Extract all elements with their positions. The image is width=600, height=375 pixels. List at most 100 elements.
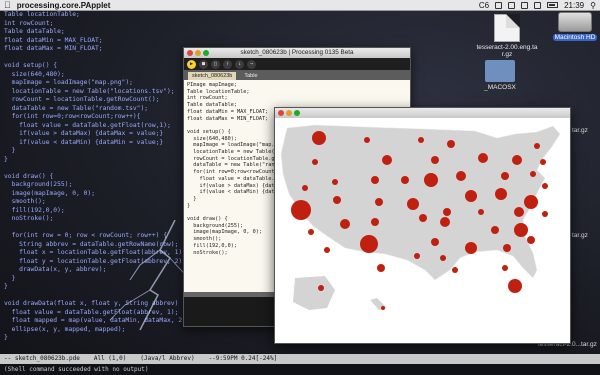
data-dot bbox=[540, 159, 546, 165]
data-dot bbox=[440, 217, 450, 227]
data-dot bbox=[308, 229, 314, 235]
data-dot bbox=[418, 137, 424, 143]
data-dot bbox=[381, 306, 385, 310]
folder-icon bbox=[485, 60, 515, 82]
minimize-button[interactable] bbox=[286, 110, 292, 116]
close-button[interactable] bbox=[187, 50, 193, 56]
data-dot bbox=[419, 214, 427, 222]
apple-menu-icon[interactable]:  bbox=[4, 0, 11, 10]
data-dot bbox=[371, 218, 379, 226]
mode-line-position: All (1,0) bbox=[93, 355, 127, 362]
data-dot bbox=[542, 183, 548, 189]
data-dot bbox=[443, 208, 451, 216]
data-dot bbox=[332, 179, 338, 185]
code-line: int rowCount; bbox=[187, 95, 228, 102]
data-dot bbox=[452, 267, 458, 273]
data-dot bbox=[414, 253, 420, 259]
mode-line-time: --9:59PM 0.24[-24%] bbox=[208, 355, 278, 362]
wifi-icon[interactable] bbox=[521, 1, 529, 9]
data-dot bbox=[502, 265, 508, 271]
sketch-tabs: sketch_080623b Table bbox=[184, 70, 410, 80]
save-button[interactable]: ↓ bbox=[235, 59, 244, 69]
data-dot bbox=[324, 247, 330, 253]
data-dot bbox=[364, 137, 370, 143]
data-dot bbox=[512, 155, 522, 165]
desktop-file-label[interactable]: tar.gz bbox=[572, 127, 588, 134]
data-dot bbox=[377, 264, 385, 272]
data-dot bbox=[491, 226, 499, 234]
spotlight-icon[interactable]: ⚲ bbox=[590, 1, 596, 10]
stop-button[interactable]: ■ bbox=[199, 59, 208, 69]
data-dot bbox=[302, 185, 308, 191]
battery-icon[interactable] bbox=[547, 2, 559, 8]
data-dot bbox=[312, 159, 318, 165]
data-dot bbox=[318, 285, 324, 291]
clock[interactable]: 21:39 bbox=[564, 1, 584, 10]
emacs-minibuffer[interactable]: (Shell command succeeded with no output) bbox=[0, 364, 600, 375]
tab-table[interactable]: Table bbox=[240, 72, 261, 80]
window-controls bbox=[187, 50, 209, 56]
data-dot bbox=[360, 235, 378, 253]
data-dot bbox=[514, 223, 528, 237]
data-dot bbox=[495, 188, 507, 200]
desktop-icon-macosx-folder[interactable]: _MACOSX bbox=[465, 60, 535, 91]
window-title: sketch_080623b | Processing 0135 Beta bbox=[240, 49, 354, 56]
data-dot bbox=[424, 173, 438, 187]
new-button[interactable]: □ bbox=[211, 59, 220, 69]
desktop-icon-macintosh-hd[interactable]: Macintosh HD bbox=[540, 12, 600, 41]
window-titlebar[interactable]: sketch_080623b | Processing 0135 Beta bbox=[184, 48, 410, 58]
bluetooth-icon[interactable] bbox=[495, 1, 503, 9]
volume-icon[interactable] bbox=[534, 1, 542, 9]
hard-disk-icon bbox=[558, 12, 592, 32]
minimize-button[interactable] bbox=[195, 50, 201, 56]
data-dot bbox=[478, 209, 484, 215]
desktop:  processing.core.PApplet C6 21:39 ⚲ Tab… bbox=[0, 0, 600, 375]
open-button[interactable]: ↑ bbox=[223, 59, 232, 69]
close-button[interactable] bbox=[278, 110, 284, 116]
data-dot bbox=[508, 279, 522, 293]
processing-toolbar: ▶ ■ □ ↑ ↓ → bbox=[184, 58, 410, 70]
run-button[interactable]: ▶ bbox=[187, 59, 196, 69]
data-dot bbox=[465, 190, 477, 202]
data-dot bbox=[527, 236, 535, 244]
export-button[interactable]: → bbox=[247, 59, 256, 69]
data-dot bbox=[542, 211, 548, 217]
data-dot bbox=[312, 131, 326, 145]
zoom-button[interactable] bbox=[203, 50, 209, 56]
zoom-button[interactable] bbox=[294, 110, 300, 116]
archive-file-icon bbox=[494, 14, 520, 42]
alaska-shape bbox=[293, 276, 335, 310]
data-dot bbox=[530, 171, 536, 177]
emacs-mode-line: -- sketch_080623b.pde All (1,0) (Java/l … bbox=[0, 354, 600, 364]
us-map-shape bbox=[280, 124, 561, 281]
code-line: Table locationTable; bbox=[187, 88, 250, 95]
desktop-file-label[interactable]: tar.gz bbox=[572, 232, 588, 239]
sync-icon[interactable] bbox=[508, 1, 516, 9]
code-line: PImage mapImage; bbox=[187, 82, 237, 88]
data-dot bbox=[371, 176, 379, 184]
data-dot bbox=[440, 255, 446, 261]
us-map-canvas bbox=[280, 124, 561, 310]
sketch-output-window[interactable] bbox=[274, 107, 571, 344]
data-dot bbox=[407, 198, 419, 210]
app-menu[interactable]: processing.core.PApplet bbox=[17, 1, 111, 10]
data-dot bbox=[465, 242, 477, 254]
tab-sketch[interactable]: sketch_080623b bbox=[188, 72, 237, 80]
data-dot bbox=[478, 153, 488, 163]
data-dot bbox=[431, 238, 439, 246]
data-dot bbox=[456, 171, 466, 181]
data-dot bbox=[514, 207, 524, 217]
data-dot bbox=[431, 156, 439, 164]
mode-line-file: -- sketch_080623b.pde bbox=[4, 355, 80, 362]
menu-bar:  processing.core.PApplet C6 21:39 ⚲ bbox=[0, 0, 600, 11]
desktop-icon-tesseract[interactable]: tesseract-2.00.eng.ta r.gz bbox=[472, 14, 542, 58]
sketch-window-titlebar[interactable] bbox=[275, 108, 570, 118]
data-dot bbox=[291, 200, 311, 220]
data-dot bbox=[340, 219, 350, 229]
data-dot bbox=[382, 155, 392, 165]
desktop-icon-label: Macintosh HD bbox=[552, 34, 598, 41]
data-dot bbox=[503, 244, 511, 252]
data-dot bbox=[447, 140, 455, 148]
data-dot bbox=[501, 172, 509, 180]
data-dot bbox=[524, 195, 538, 209]
